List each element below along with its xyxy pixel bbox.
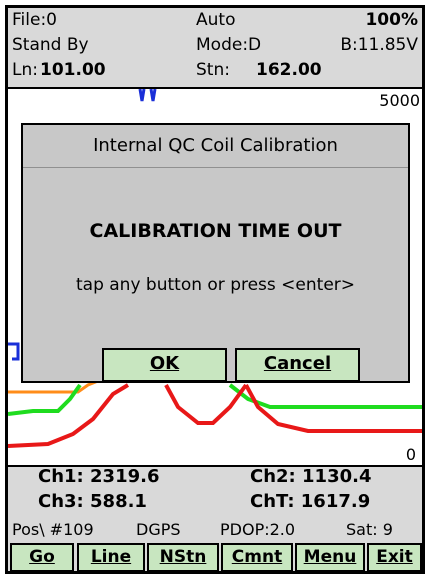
green-trace	[8, 383, 422, 416]
dialog-divider	[23, 167, 408, 168]
dialog-message: CALIBRATION TIME OUT	[89, 220, 342, 242]
satellite-count: Sat: 9	[346, 520, 393, 539]
nstn-button[interactable]: NStn	[147, 543, 219, 571]
position-label: Pos\ #109	[12, 520, 94, 539]
ok-button[interactable]: OK	[102, 348, 227, 382]
battery-percent: 100%	[365, 10, 418, 30]
red-trace	[8, 383, 422, 448]
mode-label: Mode:D	[196, 35, 262, 55]
exit-button-label: Exit	[376, 547, 413, 567]
bottom-toolbar: Go Line NStn Cmnt Menu Exit	[8, 542, 422, 571]
scale-bottom-label: 0	[405, 445, 416, 464]
cmnt-button-label: Cmnt	[231, 547, 283, 567]
menu-button-label: Menu	[303, 547, 357, 567]
standby-status: Stand By	[12, 35, 89, 55]
calibration-dialog: Internal QC Coil Calibration CALIBRATION…	[21, 123, 410, 383]
line-label: Ln:	[12, 60, 38, 80]
header-row-3: Ln: 101.00 Stn: 162.00	[8, 58, 422, 84]
cht-readout: ChT: 1617.9	[250, 491, 371, 512]
device-frame: File:0 Auto 100% Stand By Mode:D B:11.85…	[5, 5, 425, 574]
header-row-2: Stand By Mode:D B:11.85V	[8, 33, 422, 59]
line-value: 101.00	[40, 60, 106, 80]
station-label: Stn:	[196, 60, 230, 80]
exit-button[interactable]: Exit	[367, 543, 422, 571]
device-screen: File:0 Auto 100% Stand By Mode:D B:11.85…	[8, 8, 422, 571]
gps-status-bar: Pos\ #109 DGPS PDOP:2.0 Sat: 9	[8, 520, 422, 542]
ch3-readout: Ch3: 588.1	[38, 491, 147, 512]
station-value: 162.00	[256, 60, 322, 80]
cancel-button[interactable]: Cancel	[235, 348, 360, 382]
file-label: File:0	[12, 10, 57, 30]
battery-voltage: B:11.85V	[340, 35, 418, 55]
ch2-readout: Ch2: 1130.4	[250, 466, 372, 487]
header-row-1: File:0 Auto 100%	[8, 8, 422, 34]
blue-trace-left	[8, 342, 20, 361]
line-button[interactable]: Line	[77, 543, 145, 571]
dialog-hint: tap any button or press <enter>	[75, 275, 356, 295]
nstn-button-label: NStn	[159, 547, 207, 567]
dgps-label: DGPS	[136, 520, 181, 539]
cancel-button-label: Cancel	[263, 353, 332, 374]
go-button[interactable]: Go	[10, 543, 74, 571]
line-button-label: Line	[90, 547, 132, 567]
cmnt-button[interactable]: Cmnt	[221, 543, 293, 571]
go-button-label: Go	[29, 547, 55, 567]
ok-button-label: OK	[149, 353, 180, 374]
blue-trace	[138, 89, 157, 102]
menu-button[interactable]: Menu	[295, 543, 365, 571]
scale-top-label: 5000	[379, 91, 420, 110]
ch1-readout: Ch1: 2319.6	[38, 466, 160, 487]
pdop-label: PDOP:2.0	[220, 520, 296, 539]
dialog-title: Internal QC Coil Calibration	[93, 135, 338, 156]
auto-label: Auto	[196, 10, 236, 30]
